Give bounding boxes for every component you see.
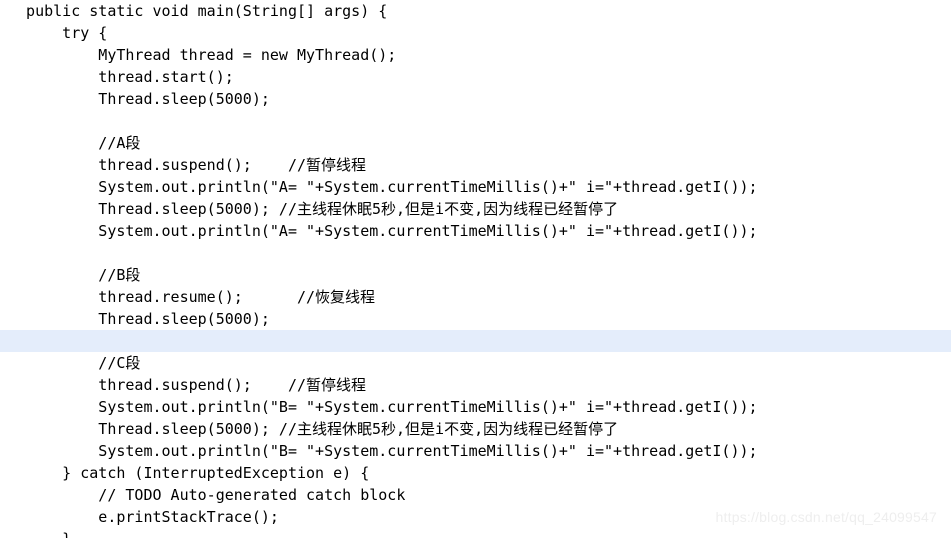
code-line[interactable]: try { [0,22,951,44]
code-line-content: System.out.println("B= "+System.currentT… [8,442,758,460]
code-line-content: System.out.println("B= "+System.currentT… [8,398,758,416]
code-line-content: try { [8,24,108,42]
code-line-content: thread.resume(); //恢复线程 [8,288,376,306]
code-line-content: thread.start(); [8,68,234,86]
code-line-content: Thread.sleep(5000); //主线程休眠5秒,但是i不变,因为线程… [8,420,619,438]
code-line[interactable]: thread.start(); [0,66,951,88]
code-line[interactable]: MyThread thread = new MyThread(); [0,44,951,66]
code-line[interactable]: thread.suspend(); //暂停线程 [0,374,951,396]
code-line-content: System.out.println("A= "+System.currentT… [8,222,758,240]
code-line[interactable]: Thread.sleep(5000); [0,308,951,330]
code-line[interactable]: } [0,528,951,538]
code-line[interactable]: //A段 [0,132,951,154]
code-line-content: //B段 [8,266,141,284]
code-line[interactable]: //B段 [0,264,951,286]
code-line[interactable]: // TODO Auto-generated catch block [0,484,951,506]
code-text-area[interactable]: public static void main(String[] args) {… [0,0,951,538]
code-line-content: public static void main(String[] args) { [8,2,388,20]
code-line[interactable]: public static void main(String[] args) { [0,0,951,22]
code-line-content: } catch (InterruptedException e) { [8,464,370,482]
code-line[interactable]: thread.suspend(); //暂停线程 [0,154,951,176]
code-line-content: } [8,530,71,538]
code-line-content: System.out.println("A= "+System.currentT… [8,178,758,196]
code-line-content: MyThread thread = new MyThread(); [8,46,397,64]
code-line[interactable]: Thread.sleep(5000); [0,88,951,110]
code-line-content: Thread.sleep(5000); //主线程休眠5秒,但是i不变,因为线程… [8,200,619,218]
code-line-content: e.printStackTrace(); [8,508,279,526]
code-line-content [8,112,17,130]
code-line-current[interactable] [0,330,951,352]
code-line[interactable]: Thread.sleep(5000); //主线程休眠5秒,但是i不变,因为线程… [0,198,951,220]
code-line-content: // TODO Auto-generated catch block [8,486,406,504]
code-line[interactable]: System.out.println("B= "+System.currentT… [0,440,951,462]
code-line[interactable]: } catch (InterruptedException e) { [0,462,951,484]
code-editor-viewport[interactable]: public static void main(String[] args) {… [0,0,951,538]
code-line[interactable]: thread.resume(); //恢复线程 [0,286,951,308]
code-line-content: //C段 [8,354,141,372]
code-line-content: //A段 [8,134,141,152]
code-line[interactable]: System.out.println("A= "+System.currentT… [0,220,951,242]
code-line-content [8,244,17,262]
code-line[interactable]: //C段 [0,352,951,374]
code-line[interactable]: e.printStackTrace(); [0,506,951,528]
code-line-content: thread.suspend(); //暂停线程 [8,376,367,394]
code-line[interactable]: System.out.println("B= "+System.currentT… [0,396,951,418]
code-line[interactable]: Thread.sleep(5000); //主线程休眠5秒,但是i不变,因为线程… [0,418,951,440]
code-line-content: thread.suspend(); //暂停线程 [8,156,367,174]
code-line-content [0,330,951,352]
code-line[interactable] [0,242,951,264]
code-line-content: Thread.sleep(5000); [8,310,270,328]
code-line[interactable]: System.out.println("A= "+System.currentT… [0,176,951,198]
code-line[interactable] [0,110,951,132]
code-line-content: Thread.sleep(5000); [8,90,270,108]
